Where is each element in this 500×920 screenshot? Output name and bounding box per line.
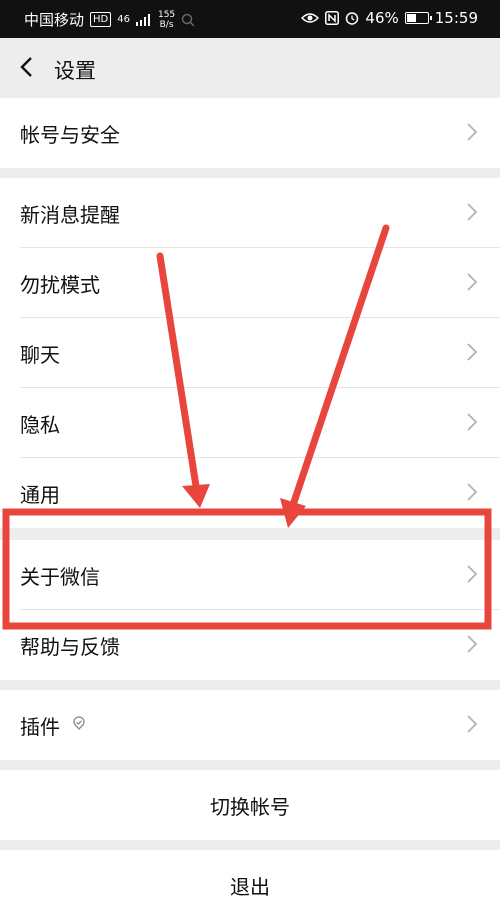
status-bar: 中国移动 HD 46 155 B/s 46% 15:59 [0,0,500,38]
signal-icon [135,13,150,26]
menu-item-help-feedback[interactable]: 帮助与反馈 [0,610,500,680]
menu-item-label: 帐号与安全 [20,123,120,147]
menu-item-label: 新消息提醒 [20,203,120,227]
about-group: 关于微信 帮助与反馈 [0,540,500,680]
menu-item-label: 帮助与反馈 [20,635,120,659]
chevron-right-icon [467,343,478,361]
chevron-right-icon [467,273,478,291]
clock: 15:59 [434,9,478,27]
menu-item-plugins[interactable]: 插件 [0,690,500,760]
chevron-right-icon [467,483,478,501]
menu-item-label: 通用 [20,483,60,507]
chevron-right-icon [467,635,478,653]
network-type: 46 [117,13,130,25]
carrier-name: 中国移动 [24,11,85,29]
menu-item-label: 关于微信 [20,565,100,589]
menu-item-do-not-disturb[interactable]: 勿扰模式 [0,248,500,318]
menu-item-label: 聊天 [20,343,60,367]
menu-item-notifications[interactable]: 新消息提醒 [0,178,500,248]
chevron-right-icon [467,203,478,221]
status-right: 46% 15:59 [301,9,478,27]
plugin-badge-icon [73,716,85,731]
nav-bar: 设置 [0,38,500,98]
alarm-icon [346,12,359,25]
net-speed-value: 155 [157,9,176,20]
switch-account-label: 切换帐号 [210,795,290,819]
search-icon [181,13,195,27]
switch-account-button[interactable]: 切换帐号 [0,770,500,840]
net-speed-unit: B/s [159,19,174,30]
hd-badge: HD [90,12,112,27]
battery-percent: 46% [365,9,399,27]
logout-label: 退出 [230,875,270,899]
chevron-right-icon [467,123,478,141]
menu-item-about-wechat[interactable]: 关于微信 [0,540,500,610]
menu-item-label: 勿扰模式 [20,273,100,297]
status-left: 中国移动 HD 46 155 B/s [24,9,195,30]
menu-item-account-security[interactable]: 帐号与安全 [0,98,500,168]
menu-item-chat[interactable]: 聊天 [0,318,500,388]
menu-item-label: 插件 [20,715,60,739]
chevron-right-icon [467,565,478,583]
page-title: 设置 [54,59,96,83]
account-group: 帐号与安全 [0,98,500,168]
chevron-right-icon [467,413,478,431]
menu-item-general[interactable]: 通用 [0,458,500,528]
logout-button[interactable]: 退出 [0,850,500,920]
net-speed: 155 B/s [158,10,175,30]
settings-group: 新消息提醒 勿扰模式 聊天 隐私 通用 [0,178,500,528]
nfc-icon [325,11,340,25]
eye-icon [301,13,320,23]
menu-item-privacy[interactable]: 隐私 [0,388,500,458]
battery-icon [404,12,432,24]
plugins-group: 插件 [0,690,500,760]
chevron-right-icon [467,715,478,733]
menu-item-label: 隐私 [20,413,60,437]
back-arrow-icon[interactable] [16,52,38,82]
